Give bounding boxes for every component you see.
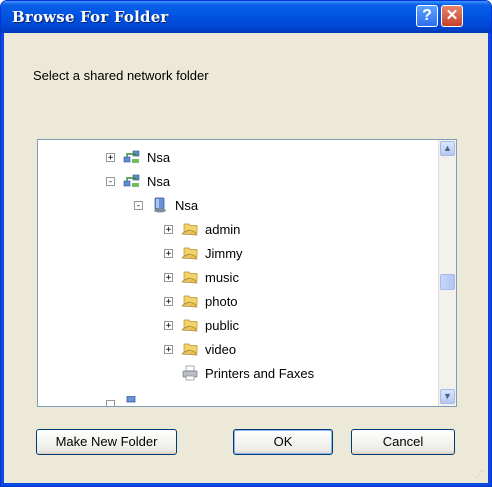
window-frame-bottom (1, 483, 491, 486)
tree-item[interactable]: + public (164, 314, 239, 336)
tree-item-label: Nsa (147, 149, 171, 165)
printer-icon (182, 365, 198, 381)
question-icon: ? (422, 7, 432, 24)
close-icon: ✕ (445, 7, 459, 24)
folder-tree[interactable]: + Nsa - Nsa - Nsa + admin + Jimmy + musi… (37, 139, 457, 407)
tree-item-label: video (205, 341, 237, 357)
tree-item-label: Printers and Faxes (205, 365, 315, 381)
network-computer-icon (123, 150, 140, 163)
collapse-icon[interactable]: - (106, 176, 115, 186)
tree-item[interactable]: + photo (164, 290, 238, 312)
chevron-down-icon: ▼ (443, 391, 452, 401)
tree-item-label: public (205, 317, 239, 333)
title-bar[interactable]: Browse For Folder ? ✕ (1, 1, 491, 33)
instruction-text: Select a shared network folder (33, 68, 209, 83)
collapse-icon[interactable]: - (134, 200, 143, 210)
shared-folder-icon (181, 343, 198, 356)
tree-item-label: Nsa (175, 197, 199, 213)
expand-icon[interactable]: + (164, 248, 173, 258)
make-new-folder-button[interactable]: Make New Folder (36, 429, 177, 455)
expand-icon[interactable]: + (164, 224, 173, 234)
tree-item-label: admin (205, 221, 241, 237)
resize-grip-icon[interactable]: ⋰ (475, 470, 485, 480)
tree-item-label: Nsa (147, 173, 171, 189)
scroll-down-button[interactable]: ▼ (440, 389, 455, 404)
computer-icon (154, 197, 166, 213)
expand-icon[interactable]: + (164, 296, 173, 306)
cancel-button[interactable]: Cancel (351, 429, 455, 455)
window-frame-right (488, 33, 491, 486)
scroll-thumb[interactable] (440, 274, 455, 290)
tree-item[interactable]: + Nsa (106, 146, 170, 168)
tree-item[interactable]: + video (164, 338, 236, 360)
help-button[interactable]: ? (416, 5, 438, 27)
expand-icon (106, 399, 115, 406)
browse-for-folder-dialog: Browse For Folder ? ✕ Select a shared ne… (0, 0, 492, 487)
expand-icon[interactable]: + (164, 344, 173, 354)
close-button[interactable]: ✕ (441, 5, 463, 27)
tree-item[interactable]: - Nsa (106, 170, 170, 192)
network-computer-icon (126, 396, 136, 403)
shared-folder-icon (181, 247, 198, 260)
chevron-up-icon: ▲ (443, 143, 452, 153)
tree-item[interactable]: + admin (164, 218, 240, 240)
shared-folder-icon (181, 319, 198, 332)
expand-icon[interactable]: + (164, 320, 173, 330)
expand-icon[interactable]: + (106, 152, 115, 162)
ok-button[interactable]: OK (233, 429, 333, 455)
shared-folder-icon (181, 295, 198, 308)
tree-item[interactable]: - Nsa (134, 194, 198, 216)
no-expander (164, 369, 173, 378)
tree-item-label: music (205, 269, 239, 285)
tree-item-partial (106, 393, 147, 406)
tree-item[interactable]: Printers and Faxes (164, 362, 314, 384)
tree-item[interactable]: + Jimmy (164, 242, 243, 264)
shared-folder-icon (181, 271, 198, 284)
tree-item-label: Jimmy (205, 245, 243, 261)
shared-folder-icon (181, 223, 198, 236)
tree-item-label: photo (205, 293, 238, 309)
scroll-up-button[interactable]: ▲ (440, 141, 455, 156)
window-title: Browse For Folder (12, 8, 169, 26)
tree-item[interactable]: + music (164, 266, 239, 288)
window-frame-left (1, 33, 4, 486)
vertical-scrollbar[interactable]: ▲ ▼ (438, 140, 456, 406)
network-computer-icon (123, 174, 140, 187)
expand-icon[interactable]: + (164, 272, 173, 282)
